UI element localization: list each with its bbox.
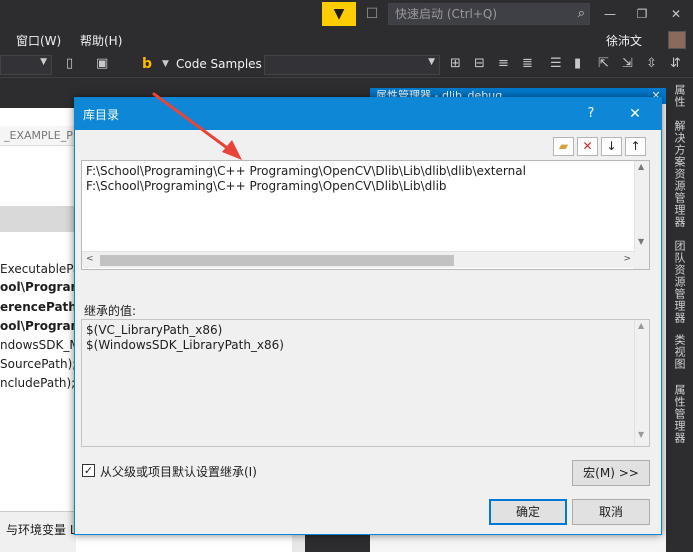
attach-icon[interactable]: ▯ (66, 56, 73, 71)
window-close-icon[interactable]: ✕ (662, 2, 690, 26)
arrow-up-icon: ↑ (630, 139, 641, 153)
inherited-values-list: $(VC_LibraryPath_x86) $(WindowsSDK_Libra… (81, 319, 650, 447)
directory-list[interactable]: F:\School\Programing\C++ Programing\Open… (81, 160, 650, 270)
scroll-down-icon[interactable]: ▼ (638, 430, 644, 439)
folder-icon: ▰ (558, 139, 569, 153)
menu-help[interactable]: 帮助(H) (80, 32, 122, 49)
dialog-close-button[interactable]: ✕ (623, 104, 647, 124)
background-line: ool\Program (0, 280, 76, 294)
code-samples-dropdown[interactable]: ▼ (264, 55, 440, 75)
side-tab-solution-explorer[interactable]: 解决方案资源管理器 (668, 120, 690, 228)
chevron-down-icon[interactable]: ▼ (162, 59, 169, 69)
toolbar-icon[interactable]: ≣ (522, 56, 533, 71)
quick-launch-input[interactable]: 快速启动 (Ctrl+Q) ⌕ (388, 3, 590, 25)
menu-window[interactable]: 窗口(W) (16, 32, 61, 49)
side-tab-team-explorer[interactable]: 团队资源管理器 (668, 240, 690, 324)
quick-launch-placeholder: 快速启动 (Ctrl+Q) (395, 7, 498, 21)
toolbar-icon[interactable]: ☰ (550, 56, 562, 71)
bing-icon[interactable]: b (142, 56, 152, 72)
filter-icon[interactable]: ▼ (322, 2, 356, 26)
background-section-band (0, 206, 76, 232)
scroll-left-icon[interactable]: < (86, 254, 94, 264)
chevron-down-icon: ▼ (428, 57, 435, 67)
delete-icon: ✕ (582, 139, 593, 153)
minimize-icon[interactable]: — (596, 2, 624, 26)
list-horizontal-scrollbar[interactable]: < > (82, 251, 635, 268)
restore-icon[interactable]: ❐ (628, 2, 656, 26)
inherited-item: $(WindowsSDK_LibraryPath_x86) (86, 338, 284, 352)
library-directories-dialog: 库目录 ? ✕ ▰ ✕ ↓ ↑ F:\School\Programing\C++… (74, 97, 662, 535)
help-button[interactable]: ? (581, 104, 601, 124)
scroll-down-icon[interactable]: ▼ (638, 237, 644, 246)
move-up-button[interactable]: ↑ (625, 137, 646, 156)
inherited-values-label: 继承的值: (84, 304, 137, 318)
feedback-icon[interactable]: ☐ (362, 4, 382, 24)
background-line: SourcePath); (0, 357, 76, 371)
list-item[interactable]: F:\School\Programing\C++ Programing\Open… (86, 164, 526, 178)
background-line: erencePath) (0, 300, 76, 314)
delete-button[interactable]: ✕ (577, 137, 598, 156)
list-vertical-scrollbar[interactable]: ▲ ▼ (634, 161, 649, 269)
toolbar-icon[interactable]: ⇲ (622, 56, 633, 71)
toolbar-icon[interactable]: ⊞ (450, 56, 461, 71)
inherit-checkbox-label[interactable]: 从父级或项目默认设置继承(I) (100, 463, 257, 480)
inherit-checkbox[interactable]: ✓ (82, 464, 95, 477)
dialog-title-bar: 库目录 ? ✕ (75, 98, 661, 130)
config-dropdown[interactable]: ▼ (0, 55, 52, 75)
ok-button[interactable]: 确定 (489, 499, 567, 525)
macros-button[interactable]: 宏(M) >> (572, 460, 650, 486)
background-tab: _EXAMPLE_PR (0, 126, 76, 146)
menu-bar: 窗口(W) 帮助(H) 徐沛文 (0, 28, 693, 52)
arrow-down-icon: ↓ (606, 139, 617, 153)
chevron-down-icon: ▼ (40, 57, 47, 67)
list-item[interactable]: F:\School\Programing\C++ Programing\Open… (86, 179, 447, 193)
scroll-right-icon[interactable]: > (623, 254, 631, 264)
toolbar-icon[interactable]: ≡ (498, 56, 509, 71)
scroll-up-icon[interactable]: ▲ (638, 321, 644, 330)
side-tab-property-manager[interactable]: 属性管理器 (668, 384, 690, 444)
scroll-up-icon[interactable]: ▲ (638, 162, 644, 171)
user-name[interactable]: 徐沛文 (606, 32, 642, 49)
search-icon[interactable]: ⌕ (578, 4, 585, 24)
solution-explorer-icon[interactable]: ▣ (96, 56, 108, 71)
toolbar-icon[interactable]: ⇳ (646, 56, 657, 71)
toolbar-icon[interactable]: ⇵ (670, 56, 681, 71)
background-footer-text: 与环境变量 L (6, 523, 77, 537)
toolbar-icon[interactable]: ⇱ (598, 56, 609, 71)
toolbar: ▼ ▯ ▣ b ▼ Code Samples ▼ ⊞ ⊟ ≡ ≣ ☰ ▮ ⇱ ⇲… (0, 52, 693, 78)
new-line-button[interactable]: ▰ (553, 137, 574, 156)
toolbar-icon[interactable]: ⊟ (474, 56, 485, 71)
side-tab-class-view[interactable]: 类视图 (668, 334, 690, 370)
dialog-title: 库目录 (83, 108, 120, 122)
bookmark-icon[interactable]: ▮ (574, 56, 581, 71)
ide-title-bar: ▼ ☐ 快速启动 (Ctrl+Q) ⌕ — ❐ ✕ (0, 0, 693, 28)
check-icon: ✓ (83, 464, 94, 477)
move-down-button[interactable]: ↓ (601, 137, 622, 156)
side-tab-properties[interactable]: 属性 (668, 84, 690, 108)
inherited-item: $(VC_LibraryPath_x86) (86, 323, 223, 337)
background-line: ndowsSDK_Me (0, 338, 76, 352)
code-samples-label: Code Samples (176, 57, 262, 71)
inherited-scrollbar[interactable]: ▲ ▼ (634, 320, 649, 446)
cancel-button[interactable]: 取消 (572, 499, 650, 525)
scroll-thumb[interactable] (100, 255, 454, 266)
background-line: ExecutablePa (0, 262, 76, 276)
background-line: ncludePath);\ (0, 376, 76, 390)
background-line: ool\Program (0, 319, 76, 333)
avatar[interactable] (668, 31, 686, 49)
